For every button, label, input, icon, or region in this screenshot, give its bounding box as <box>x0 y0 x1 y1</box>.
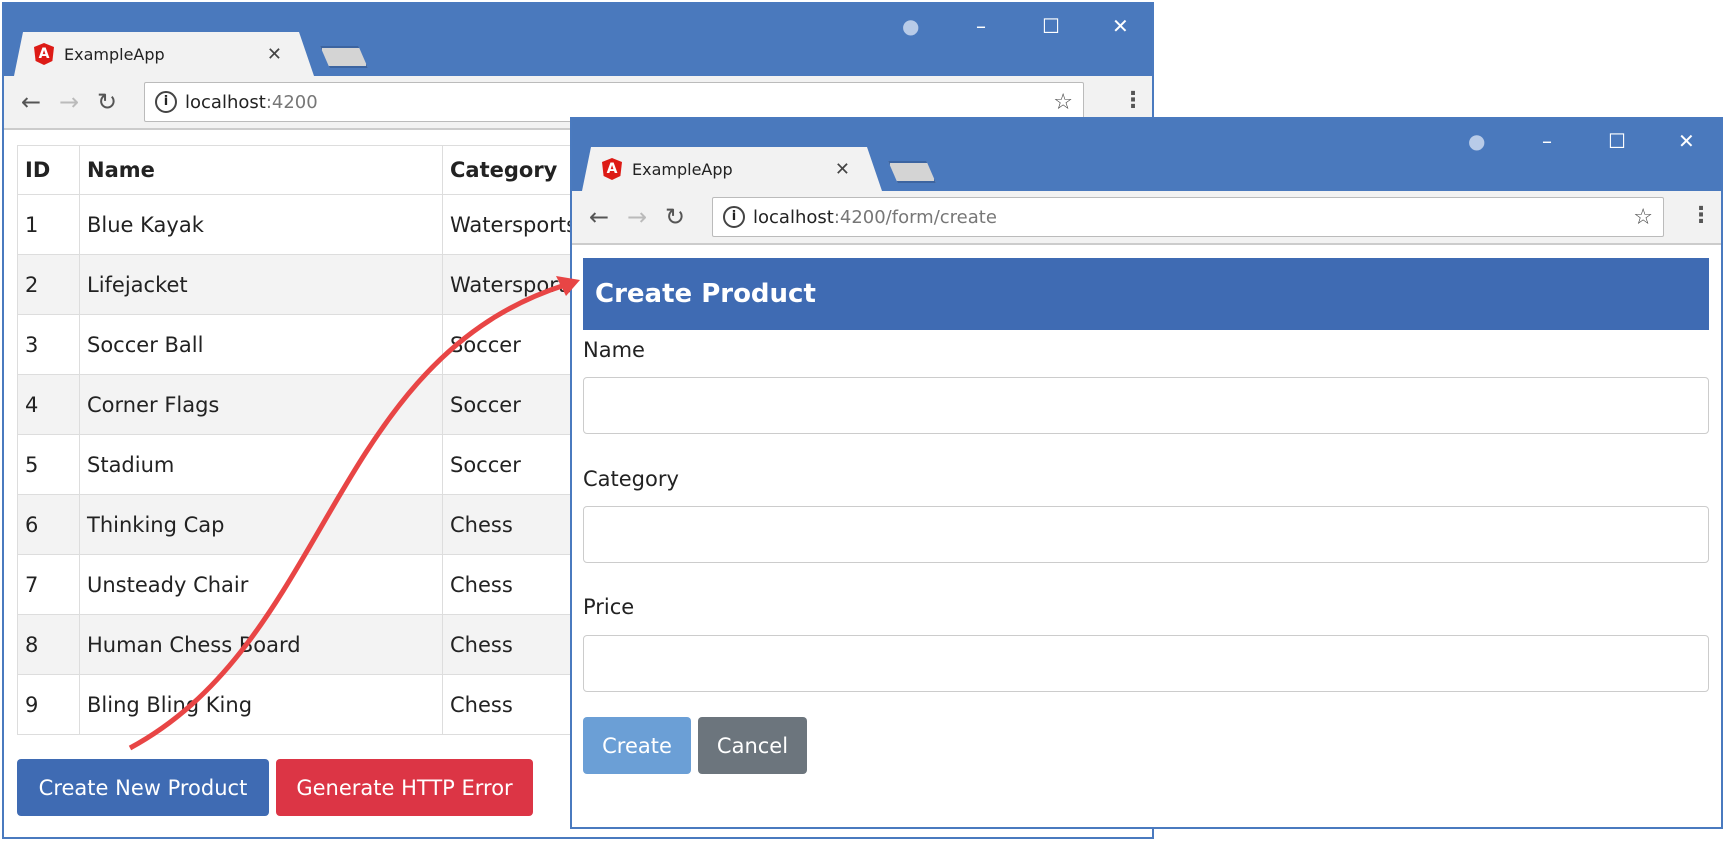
navigation-arrow <box>128 276 580 751</box>
arrow-line <box>128 282 566 751</box>
